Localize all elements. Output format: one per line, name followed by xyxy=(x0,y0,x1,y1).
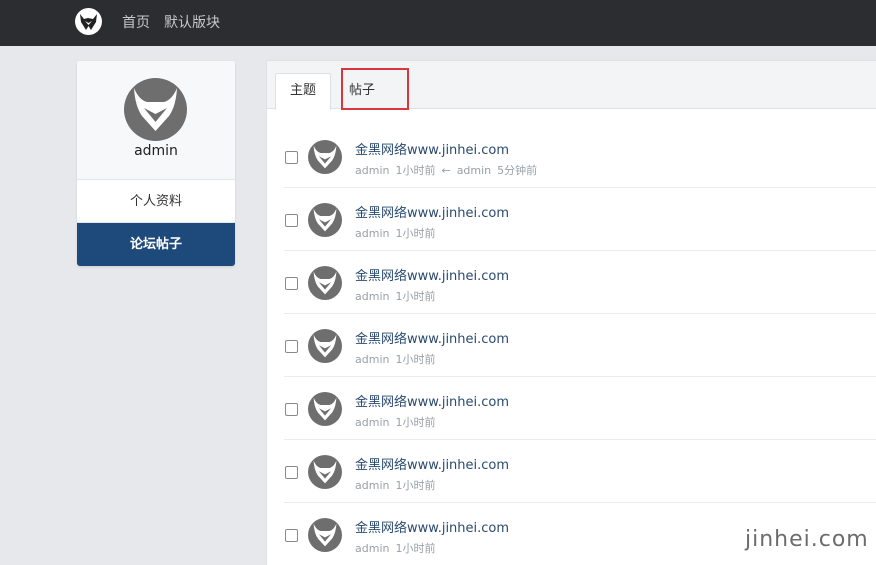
post-title-link[interactable]: 金黑网络www.jinhei.com xyxy=(355,454,509,473)
avatar[interactable] xyxy=(308,266,342,300)
tab-topics[interactable]: 主题 xyxy=(275,73,331,110)
sidebar-profile-header: admin xyxy=(77,61,235,180)
post-author[interactable]: admin xyxy=(355,416,389,429)
avatar[interactable] xyxy=(308,203,342,237)
post-author[interactable]: admin xyxy=(355,353,389,366)
post-meta: admin 1小时前 xyxy=(355,414,441,430)
avatar[interactable] xyxy=(308,392,342,426)
row-checkbox[interactable] xyxy=(285,340,298,353)
row-checkbox[interactable] xyxy=(285,466,298,479)
post-meta: admin 1小时前 xyxy=(355,288,441,304)
avatar[interactable] xyxy=(124,78,187,141)
list-item: 金黑网络www.jinhei.com admin 1小时前 xyxy=(284,314,876,377)
list-item: 金黑网络www.jinhei.com admin 1小时前 xyxy=(284,377,876,440)
sidebar-item-forum-posts[interactable]: 论坛帖子 xyxy=(77,223,235,266)
post-time: 1小时前 xyxy=(395,164,436,177)
sidebar-item-profile[interactable]: 个人资料 xyxy=(77,180,235,223)
sidebar-username: admin xyxy=(134,143,178,159)
nav-home-link[interactable]: 首页 xyxy=(122,12,150,32)
highlight-box xyxy=(341,68,409,110)
post-time: 1小时前 xyxy=(395,416,436,429)
list-item: 金黑网络www.jinhei.com admin 1小时前 xyxy=(284,251,876,314)
post-author[interactable]: admin xyxy=(355,164,389,177)
post-title-link[interactable]: 金黑网络www.jinhei.com xyxy=(355,328,509,347)
row-checkbox[interactable] xyxy=(285,403,298,416)
list-item: 金黑网络www.jinhei.com admin 1小时前 xyxy=(284,440,876,503)
row-checkbox[interactable] xyxy=(285,214,298,227)
post-meta: admin 1小时前 xyxy=(355,225,441,241)
post-author[interactable]: admin xyxy=(355,290,389,303)
last-reply-author[interactable]: admin xyxy=(457,164,491,177)
post-meta: admin 1小时前 ← admin 5分钟前 xyxy=(355,162,543,178)
row-checkbox[interactable] xyxy=(285,277,298,290)
post-author[interactable]: admin xyxy=(355,479,389,492)
list-item: 金黑网络www.jinhei.com admin 1小时前 ← admin 5分钟前 xyxy=(284,125,876,188)
post-time: 1小时前 xyxy=(395,290,436,303)
last-reply-time: 5分钟前 xyxy=(497,164,538,177)
post-meta: admin 1小时前 xyxy=(355,540,441,556)
top-navbar: 首页 默认版块 xyxy=(0,0,876,46)
list-item: 金黑网络www.jinhei.com admin 1小时前 xyxy=(284,188,876,251)
avatar[interactable] xyxy=(308,140,342,174)
watermark-text: jinhei.com xyxy=(745,527,869,552)
post-title-link[interactable]: 金黑网络www.jinhei.com xyxy=(355,265,509,284)
avatar[interactable] xyxy=(308,455,342,489)
post-time: 1小时前 xyxy=(395,479,436,492)
post-time: 1小时前 xyxy=(395,542,436,555)
site-logo-icon[interactable] xyxy=(75,8,102,35)
post-author[interactable]: admin xyxy=(355,542,389,555)
avatar[interactable] xyxy=(308,329,342,363)
tab-bar: 主题 帖子 xyxy=(267,61,876,110)
avatar[interactable] xyxy=(308,518,342,552)
post-title-link[interactable]: 金黑网络www.jinhei.com xyxy=(355,202,509,221)
post-author[interactable]: admin xyxy=(355,227,389,240)
post-time: 1小时前 xyxy=(395,227,436,240)
post-title-link[interactable]: 金黑网络www.jinhei.com xyxy=(355,139,509,158)
arrow-left-icon: ← xyxy=(441,164,451,177)
post-title-link[interactable]: 金黑网络www.jinhei.com xyxy=(355,391,509,410)
row-checkbox[interactable] xyxy=(285,151,298,164)
post-title-link[interactable]: 金黑网络www.jinhei.com xyxy=(355,517,509,536)
row-checkbox[interactable] xyxy=(285,529,298,542)
posts-panel: 主题 帖子 金黑网络www.jinhei.com admin 1小时前 ← admin… xyxy=(266,60,876,565)
post-time: 1小时前 xyxy=(395,353,436,366)
nav-default-board-link[interactable]: 默认版块 xyxy=(164,12,220,32)
post-meta: admin 1小时前 xyxy=(355,477,441,493)
user-sidebar: admin 个人资料 论坛帖子 xyxy=(77,61,235,266)
post-meta: admin 1小时前 xyxy=(355,351,441,367)
